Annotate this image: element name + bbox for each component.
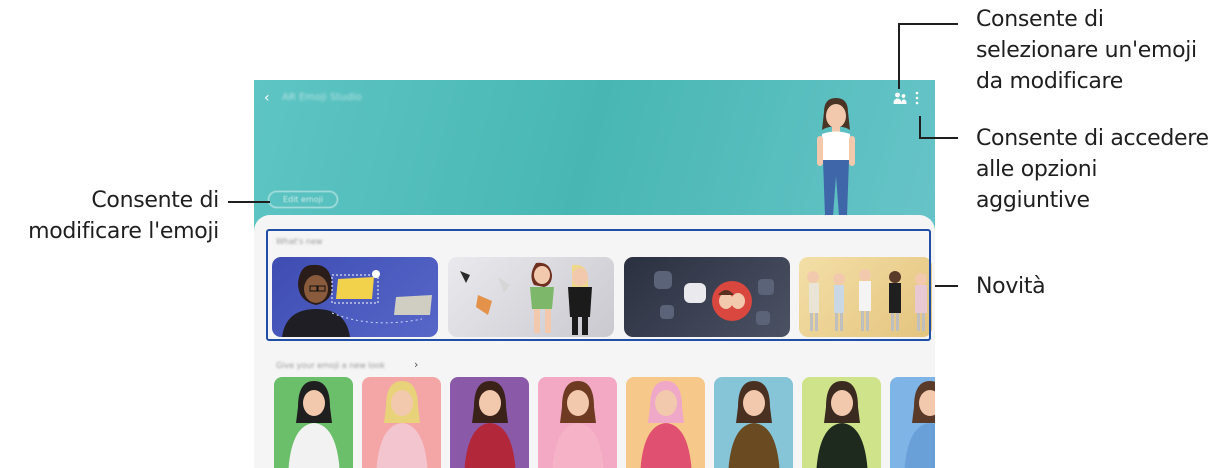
- new-look-thumbnail[interactable]: [890, 377, 935, 468]
- emoji-avatar: [816, 98, 856, 228]
- whats-new-highlight: [266, 229, 931, 341]
- callout-line: alle opzioni: [976, 157, 1098, 182]
- figure-outfit: [288, 423, 340, 468]
- thumbnail-figure: [464, 381, 516, 468]
- new-look-title: Give your emoji a new look: [276, 361, 385, 370]
- callout-line: Consente di: [976, 7, 1104, 32]
- figure-outfit: [376, 423, 428, 468]
- figure-outfit: [464, 423, 516, 468]
- callout-line: selezionare un'emoji: [976, 38, 1197, 63]
- thumbnail-figure: [640, 381, 692, 468]
- figure-face: [655, 390, 677, 416]
- thumbnail-figure: [728, 381, 780, 468]
- new-look-carousel[interactable]: [274, 377, 935, 468]
- callout-line: Consente di: [91, 188, 219, 213]
- figure-outfit: [552, 423, 604, 468]
- callout-more-options: Consente di accedere alle opzioni aggiun…: [976, 123, 1209, 216]
- figure-face: [479, 390, 501, 416]
- figure-face: [567, 390, 589, 416]
- thumbnail-figure: [288, 381, 340, 468]
- leader-line: [898, 23, 900, 89]
- new-look-thumbnail[interactable]: [274, 377, 353, 468]
- new-look-thumbnail[interactable]: [626, 377, 705, 468]
- new-look-thumbnail[interactable]: [802, 377, 881, 468]
- leader-line: [919, 116, 921, 138]
- figure-outfit: [904, 423, 935, 468]
- back-arrow-icon[interactable]: ‹: [264, 90, 270, 106]
- callout-edit-emoji: Consente di modificare l'emoji: [0, 185, 219, 247]
- chevron-right-icon[interactable]: ›: [414, 358, 418, 371]
- figure-outfit: [640, 423, 692, 468]
- leader-line: [935, 285, 958, 287]
- leader-line: [898, 23, 958, 25]
- thumbnail-figure: [552, 381, 604, 468]
- new-look-thumbnail[interactable]: [450, 377, 529, 468]
- leader-line: [228, 201, 270, 203]
- thumbnail-figure: [904, 381, 935, 468]
- callout-line: Consente di accedere: [976, 126, 1209, 151]
- more-options-icon[interactable]: [914, 91, 920, 105]
- callout-whats-new: Novità: [976, 274, 1046, 299]
- thumbnail-figure: [376, 381, 428, 468]
- figure-face: [391, 390, 413, 416]
- figure-outfit: [816, 423, 868, 468]
- new-look-thumbnail[interactable]: [362, 377, 441, 468]
- people-icon[interactable]: [893, 91, 907, 105]
- callout-select-emoji: Consente di selezionare un'emoji da modi…: [976, 4, 1197, 97]
- callout-line: aggiuntive: [976, 188, 1090, 213]
- figure-outfit: [728, 423, 780, 468]
- callout-line: da modificare: [976, 69, 1124, 94]
- edit-emoji-button[interactable]: Edit emoji: [268, 191, 338, 208]
- thumbnail-figure: [816, 381, 868, 468]
- leader-line: [919, 137, 958, 139]
- new-look-thumbnail[interactable]: [714, 377, 793, 468]
- app-title: AR Emoji Studio: [282, 92, 362, 103]
- callout-line: modificare l'emoji: [28, 219, 219, 244]
- figure-face: [743, 390, 765, 416]
- new-look-thumbnail[interactable]: [538, 377, 617, 468]
- figure-face: [831, 390, 853, 416]
- figure-face: [303, 390, 325, 416]
